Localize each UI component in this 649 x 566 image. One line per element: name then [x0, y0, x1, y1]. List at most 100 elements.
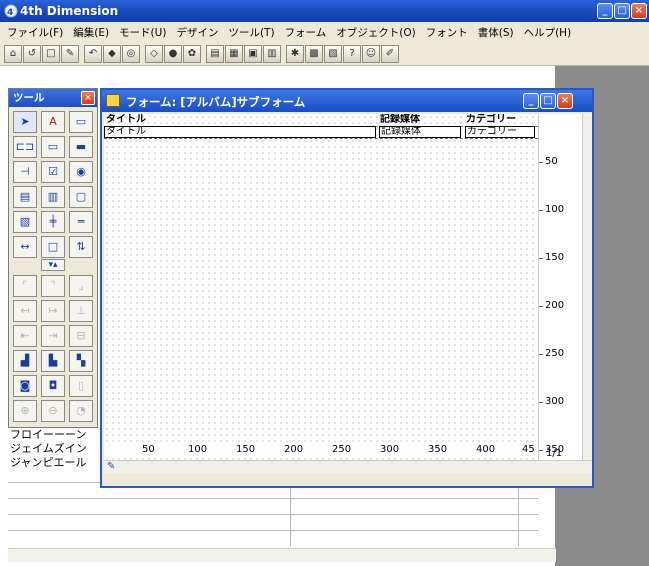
variable-tool-icon[interactable]: ⊏⊐ — [13, 136, 37, 158]
view-icon[interactable]: ◙ — [13, 375, 37, 397]
menu-font[interactable]: フォント — [421, 25, 473, 40]
group-icon[interactable]: ▚ — [69, 350, 93, 372]
tool-palette-close-icon[interactable]: × — [81, 91, 95, 105]
zoom-out-icon[interactable]: ⊖ — [41, 400, 65, 422]
header-label-title[interactable]: タイトル — [106, 114, 376, 126]
main-title-bar[interactable]: 4 4th Dimension _ □ × — [0, 0, 649, 22]
expand-chevron-icon[interactable]: ▾▴ — [41, 259, 65, 271]
text-tool-icon[interactable]: A — [41, 111, 65, 133]
back-icon[interactable]: ↺ — [23, 45, 41, 63]
explorer-icon[interactable]: ◇ — [145, 45, 163, 63]
list-item[interactable]: フロイーーーン — [10, 428, 87, 442]
form-vertical-scrollbar[interactable] — [582, 114, 592, 460]
ruler-label: 250 — [545, 348, 565, 359]
field-media[interactable]: 記録媒体 — [379, 126, 461, 138]
distribute-icon[interactable]: ⊥ — [69, 300, 93, 322]
list-icon[interactable]: ▤ — [206, 45, 224, 63]
tools-icon[interactable]: ✿ — [183, 45, 201, 63]
form-editor-window[interactable]: フォーム: [アルバム]サブフォーム _ □ × タイトル 記録媒体 カテゴリー… — [100, 88, 594, 488]
app-title: 4th Dimension — [20, 4, 119, 18]
form-icon[interactable]: ▣ — [244, 45, 262, 63]
arrow-tool-icon[interactable]: ➤ — [13, 111, 37, 133]
ruler-tool-icon[interactable]: ↔ — [13, 236, 37, 258]
distribute-h-icon[interactable]: ↤ — [13, 300, 37, 322]
listbox-tool-icon[interactable]: ▤ — [13, 186, 37, 208]
pattern-tool-icon[interactable]: ▬ — [69, 136, 93, 158]
close-button[interactable]: × — [631, 3, 647, 19]
user-icon[interactable]: ☺ — [362, 45, 380, 63]
marker-icon[interactable]: ▯ — [69, 375, 93, 397]
subform-tool-icon[interactable]: ▢ — [69, 186, 93, 208]
align-right-icon[interactable]: ⌟ — [69, 275, 93, 297]
runtime-icon[interactable]: ◎ — [122, 45, 140, 63]
grid-icon[interactable]: ▦ — [225, 45, 243, 63]
layout-icon[interactable]: ▩ — [305, 45, 323, 63]
minimize-button[interactable]: _ — [597, 3, 613, 19]
align-left-icon[interactable]: ⌜ — [13, 275, 37, 297]
table-icon[interactable]: ▥ — [263, 45, 281, 63]
field-title[interactable]: タイトル — [104, 126, 376, 138]
bring-front-icon[interactable]: ▟ — [13, 350, 37, 372]
form-horizontal-scrollbar[interactable]: ✎ — [104, 460, 592, 474]
menu-file[interactable]: ファイル(F) — [2, 25, 68, 40]
undo-icon[interactable]: ↶ — [84, 45, 102, 63]
page-indicator: 1/1 — [546, 448, 563, 459]
preview-icon[interactable]: ◘ — [41, 375, 65, 397]
help-icon[interactable]: ? — [343, 45, 361, 63]
menu-tools[interactable]: ツール(T) — [223, 25, 279, 40]
menu-editor-icon[interactable]: ▧ — [324, 45, 342, 63]
list-item[interactable]: ジャンピエール — [10, 456, 87, 470]
background-horizontal-scrollbar[interactable] — [8, 548, 556, 562]
form-minimize-button[interactable]: _ — [523, 93, 539, 109]
order-3-icon[interactable]: ⊟ — [69, 325, 93, 347]
menubar: ファイル(F) 編集(E) モード(U) デザイン ツール(T) フォーム オブ… — [0, 22, 649, 42]
checkbox-tool-icon[interactable]: ☑ — [41, 161, 65, 183]
list-item[interactable]: ジェイムズイン — [10, 442, 87, 456]
open-icon[interactable]: ⌂ — [4, 45, 22, 63]
wand-icon[interactable]: ✎ — [61, 45, 79, 63]
tool-palette[interactable]: ツール × ➤ A ▭ ⊏⊐ ▭ ▬ ⊣ ☑ ◉ ▤ ▥ ▢ ▧ ╪ ═ ↔ □… — [8, 88, 98, 428]
order-2-icon[interactable]: ⇥ — [41, 325, 65, 347]
menu-form[interactable]: フォーム — [280, 25, 332, 40]
form-window-title-bar[interactable]: フォーム: [アルバム]サブフォーム _ □ × — [102, 90, 592, 112]
menu-mode[interactable]: モード(U) — [114, 25, 171, 40]
align-center-icon[interactable]: ⌝ — [41, 275, 65, 297]
menu-edit[interactable]: 編集(E) — [68, 25, 114, 40]
splitter-tool-icon[interactable]: ═ — [69, 211, 93, 233]
header-label-category[interactable]: カテゴリー — [466, 114, 532, 126]
zoom-icon[interactable]: ⊕ — [13, 400, 37, 422]
background-list-names: フロイーーーン ジェイムズイン ジャンピエール — [10, 428, 87, 470]
method-icon[interactable]: ◆ — [103, 45, 121, 63]
combo-tool-icon[interactable]: ▥ — [41, 186, 65, 208]
pencil-icon[interactable]: ✎ — [107, 461, 115, 472]
magic-icon[interactable]: ✐ — [381, 45, 399, 63]
star-icon[interactable]: ✱ — [286, 45, 304, 63]
header-label-media[interactable]: 記録媒体 — [380, 114, 460, 126]
locked-icon[interactable]: ◔ — [69, 400, 93, 422]
form-close-button[interactable]: × — [557, 93, 573, 109]
menu-help[interactable]: ヘルプ(H) — [519, 25, 577, 40]
ruler-tick — [539, 306, 543, 307]
menu-style[interactable]: 書体(S) — [473, 25, 519, 40]
field-tool-icon[interactable]: ▭ — [69, 111, 93, 133]
form-maximize-button[interactable]: □ — [540, 93, 556, 109]
input-tool-icon[interactable]: ▭ — [41, 136, 65, 158]
order-icon[interactable]: ⇤ — [13, 325, 37, 347]
menu-object[interactable]: オブジェクト(O) — [331, 25, 420, 40]
line-tool-icon[interactable]: ⊣ — [13, 161, 37, 183]
field-category[interactable]: カテゴリー — [465, 126, 535, 138]
radio-tool-icon[interactable]: ◉ — [69, 161, 93, 183]
rectangle-tool-icon[interactable]: □ — [41, 236, 65, 258]
grid-tool-icon[interactable]: ╪ — [41, 211, 65, 233]
spinner-tool-icon[interactable]: ⇅ — [69, 236, 93, 258]
app-icon: 4 — [4, 4, 18, 18]
form-canvas[interactable]: タイトル 記録媒体 カテゴリー タイトル 記録媒体 カテゴリー — [104, 114, 538, 460]
new-document-icon[interactable]: □ — [42, 45, 60, 63]
distribute-v-icon[interactable]: ↦ — [41, 300, 65, 322]
maximize-button[interactable]: □ — [614, 3, 630, 19]
send-back-icon[interactable]: ▙ — [41, 350, 65, 372]
menu-design[interactable]: デザイン — [171, 25, 223, 40]
picture-tool-icon[interactable]: ▧ — [13, 211, 37, 233]
ruler-tick — [539, 258, 543, 259]
paint-icon[interactable]: ● — [164, 45, 182, 63]
